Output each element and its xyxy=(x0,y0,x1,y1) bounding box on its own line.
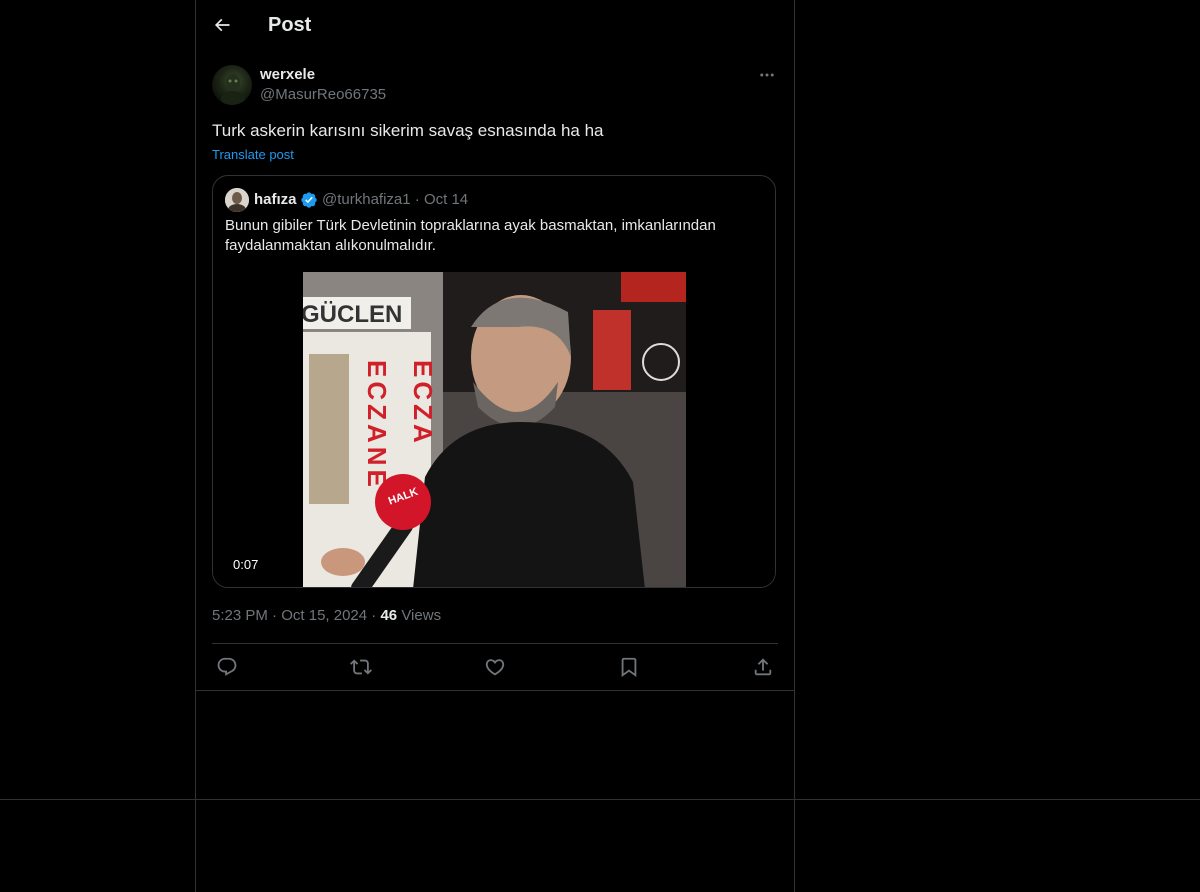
quoted-post[interactable]: hafıza @turkhafiza1 · Oct 14 Bunun gibil… xyxy=(212,175,776,588)
video-sign-right: ECZA xyxy=(408,360,438,447)
quote-author-handle: @turkhafiza1 xyxy=(322,191,411,208)
video-sign-top: GÜCLEN xyxy=(303,301,402,328)
video-sign-left: ECZANE xyxy=(362,360,392,491)
right-column-border xyxy=(794,0,795,892)
left-column-border xyxy=(195,0,196,892)
post-date[interactable]: Oct 15, 2024 xyxy=(281,607,367,624)
avatar[interactable] xyxy=(212,65,252,105)
post-author: werxele @MasurReo66735 xyxy=(212,65,778,109)
post-text: Turk askerin karısını sikerim savaş esna… xyxy=(212,121,604,140)
post-meta: 5:23 PM · Oct 15, 2024 · 46 Views xyxy=(212,607,441,624)
like-button[interactable] xyxy=(484,656,506,678)
heart-icon xyxy=(485,659,505,676)
video-duration: 0:07 xyxy=(227,555,265,574)
post-column: Post werxele @MasurReo66735 Turk askerin… xyxy=(196,0,794,678)
reply-button[interactable] xyxy=(216,656,238,678)
video-thumbnail: GÜCLEN ECZANE ECZA HALK xyxy=(303,272,686,587)
views-label: Views xyxy=(401,607,442,624)
meta-separator: · xyxy=(414,191,424,208)
post-header: Post xyxy=(196,0,794,53)
more-dots-icon xyxy=(760,73,774,77)
quote-date: Oct 14 xyxy=(423,191,469,208)
share-icon xyxy=(754,658,772,676)
verified-badge-icon xyxy=(301,192,317,208)
page-title: Post xyxy=(268,14,312,36)
quote-avatar xyxy=(225,188,249,212)
share-button[interactable] xyxy=(752,656,774,678)
post-bottom-border xyxy=(196,690,794,691)
video-player[interactable]: GÜCLEN ECZANE ECZA HALK 0:07 xyxy=(213,272,775,587)
repost-icon xyxy=(350,659,372,675)
arrow-left-icon xyxy=(214,18,230,32)
back-button[interactable] xyxy=(204,7,240,43)
quote-meta: @turkhafiza1 · Oct 14 xyxy=(322,191,468,208)
quote-text: Bunun gibiler Türk Devletinin toprakları… xyxy=(225,217,716,254)
post-time[interactable]: 5:23 PM xyxy=(212,607,268,624)
repost-button[interactable] xyxy=(350,656,372,678)
action-bar xyxy=(212,643,778,690)
meta-separator: · xyxy=(272,607,282,624)
reply-icon xyxy=(217,657,237,676)
translate-post-link[interactable]: Translate post xyxy=(212,147,294,162)
bookmark-icon xyxy=(621,657,637,678)
author-handle[interactable]: @MasurReo66735 xyxy=(260,86,386,103)
more-button[interactable] xyxy=(756,65,778,85)
quote-author-name: hafıza xyxy=(254,191,297,208)
bottom-divider xyxy=(0,799,1200,800)
views-count: 46 xyxy=(380,607,398,624)
bookmark-button[interactable] xyxy=(618,656,640,678)
author-name[interactable]: werxele xyxy=(260,66,315,83)
avatar-image xyxy=(221,74,245,105)
